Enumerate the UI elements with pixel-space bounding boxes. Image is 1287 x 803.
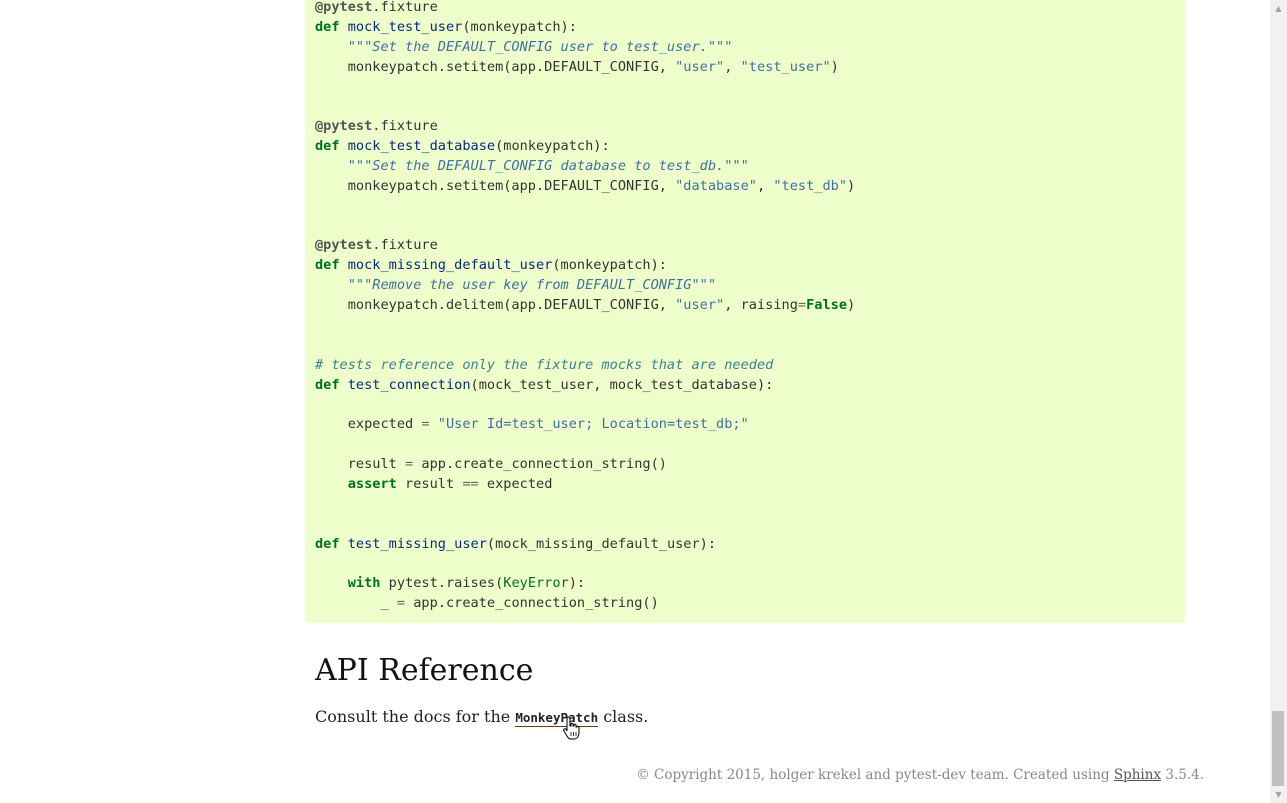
code-text: expected: [347, 416, 422, 432]
code-line: def mock_test_user(monkeypatch):: [315, 17, 577, 37]
code-text: .fixture: [372, 237, 438, 253]
code-text: ):: [568, 575, 586, 591]
scroll-down-arrow-icon[interactable]: ▼: [1270, 786, 1287, 803]
keyword: False: [806, 297, 848, 313]
keyword: def: [315, 257, 340, 273]
paragraph-text: class.: [598, 707, 649, 726]
footer: © Copyright 2015, holger krekel and pyte…: [636, 765, 1204, 785]
keyword: def: [315, 19, 340, 35]
code-text: monkeypatch.setitem(app.DEFAULT_CONFIG,: [347, 59, 676, 75]
vertical-scrollbar[interactable]: ▲ ▼: [1270, 0, 1287, 803]
code-line: @pytest.fixture: [315, 235, 438, 255]
code-text: , raising: [724, 297, 798, 313]
code-line: """Remove the user key from DEFAULT_CONF…: [315, 275, 716, 295]
code-text: monkeypatch.setitem(app.DEFAULT_CONFIG,: [347, 178, 676, 194]
code-text: ,: [724, 59, 741, 75]
code-line: with pytest.raises(KeyError):: [315, 573, 585, 593]
version-text: 3.5.4.: [1161, 767, 1204, 783]
operator: =: [421, 416, 430, 432]
string: "test_user": [740, 59, 831, 75]
docstring: """Set the DEFAULT_CONFIG user to test_u…: [347, 39, 733, 55]
keyword: with: [347, 575, 381, 591]
string: "database": [675, 178, 757, 194]
keyword: def: [315, 536, 340, 552]
code-text: (mock_missing_default_user):: [486, 536, 717, 552]
section-title: API Reference: [315, 653, 534, 688]
string: "user": [675, 297, 725, 313]
code-text: (monkeypatch):: [495, 138, 610, 154]
code-line: expected = "User Id=test_user; Location=…: [315, 414, 749, 434]
code-line: def mock_missing_default_user(monkeypatc…: [315, 255, 667, 275]
code-line: def test_missing_user(mock_missing_defau…: [315, 534, 716, 554]
docstring: """Remove the user key from DEFAULT_CONF…: [347, 277, 717, 293]
code-line: """Set the DEFAULT_CONFIG database to te…: [315, 156, 749, 176]
operator: =: [797, 297, 807, 313]
code-text: ): [847, 297, 856, 313]
code-text: (mock_test_user, mock_test_database):: [470, 377, 774, 393]
section-paragraph: Consult the docs for the MonkeyPatch cla…: [315, 706, 648, 729]
code-line: result = app.create_connection_string(): [315, 454, 667, 474]
code-line: monkeypatch.delitem(app.DEFAULT_CONFIG, …: [315, 295, 855, 315]
function-name: mock_test_user: [347, 19, 463, 35]
code-text: result: [396, 476, 463, 492]
sphinx-link[interactable]: Sphinx: [1114, 767, 1161, 783]
code-line: monkeypatch.setitem(app.DEFAULT_CONFIG, …: [315, 57, 839, 77]
code-text: .fixture: [372, 118, 438, 134]
code-line: def test_connection(mock_test_user, mock…: [315, 375, 773, 395]
monkeypatch-class-link[interactable]: MonkeyPatch: [515, 710, 599, 727]
keyword: def: [315, 138, 340, 154]
code-line: def mock_test_database(monkeypatch):: [315, 136, 610, 156]
docstring: """Set the DEFAULT_CONFIG database to te…: [347, 158, 749, 174]
keyword: def: [315, 377, 340, 393]
operator: =: [396, 595, 406, 611]
code-text: ): [847, 178, 856, 194]
code-line: monkeypatch.setitem(app.DEFAULT_CONFIG, …: [315, 176, 855, 196]
string: "test_db": [773, 178, 848, 194]
copyright-text: © Copyright 2015, holger krekel and pyte…: [636, 767, 1114, 783]
comment: # tests reference only the fixture mocks…: [315, 357, 774, 373]
operator: =: [405, 456, 414, 472]
hand-pointer-cursor-icon: [563, 716, 580, 740]
paragraph-text: Consult the docs for the: [315, 707, 516, 726]
code-text: ,: [756, 178, 774, 194]
code-text: (monkeypatch):: [552, 257, 667, 273]
scrollbar-thumb[interactable]: [1272, 711, 1284, 786]
code-line: _ = app.create_connection_string(): [315, 593, 659, 613]
code-line: # tests reference only the fixture mocks…: [315, 355, 773, 375]
decorator: @pytest: [315, 118, 373, 134]
string: "user": [675, 59, 725, 75]
code-text: (monkeypatch):: [462, 19, 577, 35]
function-name: test_connection: [347, 377, 471, 393]
scroll-up-arrow-icon[interactable]: ▲: [1270, 0, 1287, 17]
operator: ==: [462, 476, 479, 492]
keyword: assert: [347, 476, 397, 492]
code-text: result: [347, 456, 406, 472]
code-text: app.create_connection_string(): [405, 595, 659, 611]
code-text: app.create_connection_string(): [413, 456, 667, 472]
exception-name: KeyError: [503, 575, 569, 591]
code-text: expected: [478, 476, 553, 492]
code-text: pytest.raises(: [380, 575, 504, 591]
string: "User Id=test_user; Location=test_db;": [437, 416, 749, 432]
function-name: test_missing_user: [347, 536, 487, 552]
code-text: ): [830, 59, 839, 75]
function-name: mock_test_database: [347, 138, 496, 154]
code-line: @pytest.fixture: [315, 0, 438, 17]
code-line: @pytest.fixture: [315, 116, 438, 136]
code-line: """Set the DEFAULT_CONFIG user to test_u…: [315, 37, 733, 57]
decorator: @pytest: [315, 0, 373, 15]
code-text: monkeypatch.delitem(app.DEFAULT_CONFIG,: [347, 297, 676, 313]
code-text: _: [380, 595, 397, 611]
decorator: @pytest: [315, 237, 373, 253]
code-text: .fixture: [372, 0, 438, 15]
function-name: mock_missing_default_user: [347, 257, 553, 273]
code-line: assert result == expected: [315, 474, 553, 494]
